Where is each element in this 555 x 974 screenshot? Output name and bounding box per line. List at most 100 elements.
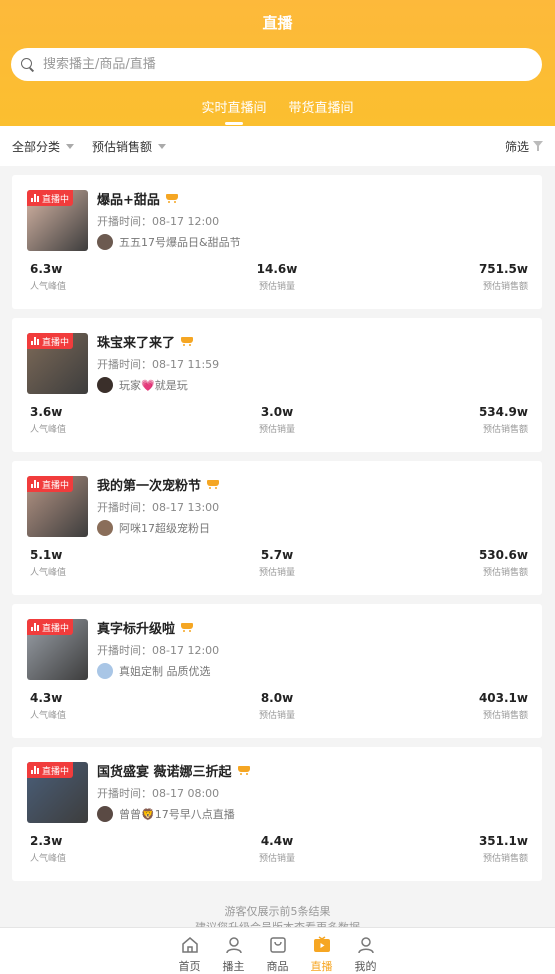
page-title: 直播: [262, 14, 293, 32]
start-prefix: 开播时间：: [97, 215, 152, 228]
nav-hosts[interactable]: 播主: [212, 928, 256, 974]
nav-home[interactable]: 首页: [168, 928, 212, 974]
category-filter[interactable]: 全部分类: [12, 138, 75, 155]
host-name: 五五17号爆品日&甜品节: [119, 236, 241, 249]
filter-label: 筛选: [504, 139, 529, 154]
stat-value: 3.6w: [30, 405, 63, 419]
live-bars-icon: [31, 194, 39, 202]
host-name: 玩家💗就是玩: [119, 379, 188, 392]
filter-button[interactable]: 筛选: [505, 138, 543, 155]
start-time: 开播时间：08-17 12:00: [97, 642, 219, 658]
stat-revenue: 403.1w 预估销售额: [479, 691, 528, 721]
avatar: [97, 520, 113, 536]
live-title-text: 国货盛宴 薇诺娜三折起: [97, 765, 232, 780]
nav-live-label: 直播: [310, 960, 333, 973]
live-thumbnail: 直播中: [27, 619, 88, 680]
live-badge: 直播中: [27, 762, 74, 778]
stat-label: 预估销量: [258, 282, 295, 292]
host-name: 曾曾🦁17号早八点直播: [119, 808, 235, 821]
tab-selling-live[interactable]: 带货直播间: [289, 97, 354, 125]
guest-notice-line1: 游客仅展示前5条结果: [224, 905, 331, 918]
live-badge-label: 直播中: [42, 337, 70, 348]
stat-label: 人气峰值: [30, 282, 67, 292]
live-thumbnail: 直播中: [27, 190, 88, 251]
stat-value: 8.0w: [260, 691, 294, 705]
header: 直播 实时直播间 带货直播间: [0, 0, 555, 126]
nav-live[interactable]: 直播: [300, 928, 344, 974]
host-name: 真姐定制 品质优选: [119, 665, 211, 678]
stat-peak: 2.3w 人气峰值: [30, 834, 66, 864]
start-time-value: 08-17 12:00: [152, 644, 220, 657]
live-card[interactable]: 直播中 爆品+甜品 开播时间：08-17 12:00 五五17号爆品日&甜品节 …: [12, 175, 542, 309]
live-badge-label: 直播中: [42, 194, 70, 205]
cart-icon: [165, 193, 178, 204]
stat-peak: 6.3w 人气峰值: [30, 262, 66, 292]
live-title-text: 珠宝来了来了: [97, 336, 176, 351]
live-badge: 直播中: [27, 333, 74, 349]
start-time: 开播时间：08-17 11:59: [97, 356, 219, 372]
live-card[interactable]: 直播中 国货盛宴 薇诺娜三折起 开播时间：08-17 08:00 曾曾🦁17号早…: [12, 747, 542, 881]
live-thumbnail: 直播中: [27, 333, 88, 394]
sort-filter[interactable]: 预估销售额: [92, 138, 167, 155]
stat-revenue: 351.1w 预估销售额: [479, 834, 528, 864]
stat-value: 530.6w: [478, 548, 528, 562]
stat-value: 14.6w: [256, 262, 298, 276]
nav-hosts-label: 播主: [222, 960, 245, 973]
sort-filter-label: 预估销售额: [92, 139, 153, 154]
avatar: [97, 663, 113, 679]
stat-value: 6.3w: [30, 262, 63, 276]
stat-value: 4.4w: [260, 834, 294, 848]
category-filter-label: 全部分类: [12, 139, 61, 154]
avatar: [97, 234, 113, 250]
stat-revenue: 530.6w 预估销售额: [479, 548, 528, 578]
live-title-text: 我的第一次宠粉节: [97, 479, 202, 494]
host-info[interactable]: 曾曾🦁17号早八点直播: [97, 806, 235, 822]
cart-icon: [181, 336, 194, 347]
host-info[interactable]: 真姐定制 品质优选: [97, 663, 211, 679]
nav-mine[interactable]: 我的: [344, 928, 388, 974]
stat-revenue: 534.9w 预估销售额: [479, 405, 528, 435]
person-icon: [225, 937, 242, 954]
stat-volume: 4.4w 预估销量: [242, 834, 312, 864]
search-bar[interactable]: [11, 48, 542, 81]
host-info[interactable]: 玩家💗就是玩: [97, 377, 188, 393]
live-badge: 直播中: [27, 190, 74, 206]
start-time-value: 08-17 08:00: [152, 787, 220, 800]
live-title: 真字标升级啦: [97, 618, 194, 637]
host-info[interactable]: 阿咪17超级宠粉日: [97, 520, 210, 536]
stat-volume: 14.6w 预估销量: [242, 262, 312, 292]
stat-value: 351.1w: [478, 834, 528, 848]
stat-value: 5.1w: [30, 548, 63, 562]
stat-label: 预估销量: [258, 711, 295, 721]
search-input[interactable]: [43, 57, 513, 72]
start-prefix: 开播时间：: [97, 644, 152, 657]
nav-products[interactable]: 商品: [256, 928, 300, 974]
live-title-text: 爆品+甜品: [97, 193, 160, 208]
live-badge-label: 直播中: [42, 480, 70, 491]
stat-value: 2.3w: [30, 834, 63, 848]
live-badge: 直播中: [27, 476, 74, 492]
host-info[interactable]: 五五17号爆品日&甜品节: [97, 234, 241, 250]
stat-volume: 3.0w 预估销量: [242, 405, 312, 435]
start-time: 开播时间：08-17 12:00: [97, 213, 219, 229]
bag-icon: [269, 937, 286, 953]
live-badge-label: 直播中: [42, 623, 70, 634]
live-badge: 直播中: [27, 619, 74, 635]
tab-realtime-live[interactable]: 实时直播间: [201, 97, 267, 125]
start-time-value: 08-17 12:00: [152, 215, 220, 228]
nav-mine-label: 我的: [354, 960, 377, 973]
live-bars-icon: [31, 480, 39, 488]
stat-label: 预估销售额: [482, 425, 528, 435]
live-card[interactable]: 直播中 真字标升级啦 开播时间：08-17 12:00 真姐定制 品质优选 4.…: [12, 604, 542, 738]
home-icon: [181, 937, 198, 953]
live-thumbnail: 直播中: [27, 476, 88, 537]
live-card[interactable]: 直播中 珠宝来了来了 开播时间：08-17 11:59 玩家💗就是玩 3.6w 人…: [12, 318, 542, 452]
bottom-nav: 首页 播主 商品 直播 我的: [0, 927, 555, 974]
start-prefix: 开播时间：: [97, 787, 152, 800]
live-card[interactable]: 直播中 我的第一次宠粉节 开播时间：08-17 13:00 阿咪17超级宠粉日 …: [12, 461, 542, 595]
profile-icon: [357, 937, 374, 954]
start-prefix: 开播时间：: [97, 358, 152, 371]
live-title: 国货盛宴 薇诺娜三折起: [97, 761, 250, 780]
start-time: 开播时间：08-17 08:00: [97, 785, 219, 801]
caret-down-icon: [158, 143, 167, 149]
